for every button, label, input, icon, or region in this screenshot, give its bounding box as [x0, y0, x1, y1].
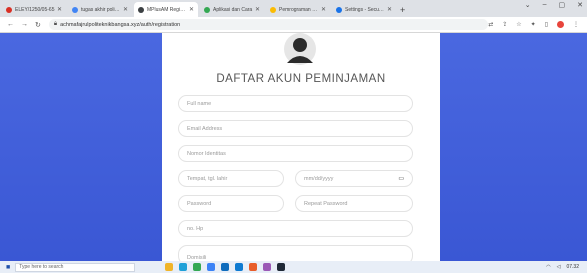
full-name-placeholder: Full name [187, 100, 212, 107]
back-arrow-icon[interactable]: ← [7, 21, 14, 28]
browser-tab[interactable]: Settings - Security ✕ [332, 2, 396, 17]
email-input[interactable]: Email Address [178, 120, 413, 137]
browser-tab-active[interactable]: MPlusAM Registration ✕ [134, 2, 198, 17]
mail-icon[interactable] [221, 263, 230, 271]
app-icon[interactable] [263, 263, 272, 271]
tab-search-icon[interactable]: ⌄ [525, 1, 531, 9]
store-icon[interactable] [207, 263, 216, 271]
phone-input[interactable]: no. Hp [178, 220, 413, 237]
tab-label: tugas akhir politeknik [81, 6, 121, 13]
tab-label: ELEY/1250/05-65 [15, 6, 55, 13]
window-controls: ⌄ – ▢ ✕ [525, 1, 583, 9]
clock-time[interactable]: 07.32 [566, 264, 579, 270]
sidepanel-icon[interactable]: ▯ [545, 21, 548, 28]
page-viewport: DAFTAR AKUN PEMINJAMAN Full name Email A… [0, 33, 587, 265]
share-icon[interactable]: ⇪ [502, 21, 507, 28]
tab-close-icon[interactable]: ✕ [387, 6, 392, 13]
birthdate-placeholder: mm/dd/yyyy [304, 175, 334, 182]
windows-start-icon[interactable]: ■ [6, 264, 10, 271]
phone-placeholder: no. Hp [187, 225, 204, 232]
taskbar-apps [165, 263, 286, 271]
browser-tab-strip: ELEY/1250/05-65 ✕ tugas akhir politeknik… [0, 0, 587, 17]
browser-tab[interactable]: Aplikasi dan Cara ✕ [200, 2, 264, 17]
app-icon[interactable] [249, 263, 258, 271]
terminal-icon[interactable] [277, 263, 286, 271]
id-number-input[interactable]: Nomor Identitas [178, 145, 413, 162]
left-blue-panel [0, 33, 162, 261]
volume-icon[interactable]: ◁ [557, 264, 561, 270]
repeat-password-placeholder: Repeat Password [304, 200, 348, 207]
system-tray: ◠ ◁ 07.32 [546, 264, 579, 270]
browser-tab[interactable]: tugas akhir politeknik ✕ [68, 2, 132, 17]
tab-favicon-icon [138, 6, 144, 13]
chrome-icon[interactable] [193, 263, 202, 271]
tab-close-icon[interactable]: ✕ [189, 6, 194, 13]
file-explorer-icon[interactable] [165, 263, 174, 271]
password-input[interactable]: Password [178, 195, 284, 212]
birthplace-placeholder: Tempat, tgl. lahir [187, 175, 228, 182]
url-bar[interactable]: 🔒︎ achmafajrulpoliteknikbangsa.xyz/auth/… [48, 19, 489, 30]
reload-icon[interactable]: ↻ [35, 21, 41, 29]
tab-favicon-icon [204, 6, 210, 13]
os-taskbar: ■ Type here to search ◠ ◁ 07.32 [0, 261, 587, 273]
close-window-button[interactable]: ✕ [577, 1, 583, 9]
tab-favicon-icon [6, 6, 12, 13]
taskbar-search-input[interactable]: Type here to search [15, 262, 136, 272]
tab-favicon-icon [270, 6, 276, 13]
wifi-icon[interactable]: ◠ [546, 264, 550, 270]
tab-favicon-icon [72, 6, 78, 13]
birthplace-input[interactable]: Tempat, tgl. lahir [178, 170, 284, 187]
tab-label: Settings - Security [345, 6, 385, 13]
tab-label: Pemrograman web [279, 6, 319, 13]
browser-tab[interactable]: Pemrograman web ✕ [266, 2, 330, 17]
tab-close-icon[interactable]: ✕ [321, 6, 326, 13]
calendar-icon[interactable]: ▭ [398, 175, 404, 182]
minimize-button[interactable]: – [543, 1, 547, 9]
profile-avatar-icon[interactable] [557, 21, 564, 28]
registration-card: DAFTAR AKUN PEMINJAMAN Full name Email A… [162, 33, 440, 265]
email-placeholder: Email Address [187, 125, 223, 132]
forward-arrow-icon[interactable]: → [21, 21, 28, 28]
tab-favicon-icon [336, 6, 342, 13]
url-text: achmafajrulpoliteknikbangsa.xyz/auth/reg… [60, 21, 181, 28]
user-avatar-icon [284, 33, 316, 65]
form-title: DAFTAR AKUN PEMINJAMAN [216, 73, 386, 85]
translate-icon[interactable]: ⇄ [488, 21, 493, 28]
new-tab-button[interactable]: + [400, 2, 405, 17]
address-toolbar: ← → ↻ 🔒︎ achmafajrulpoliteknikbangsa.xyz… [0, 17, 587, 33]
right-blue-panel [440, 33, 587, 261]
tab-close-icon[interactable]: ✕ [57, 6, 62, 13]
tab-close-icon[interactable]: ✕ [123, 6, 128, 13]
browser-toolbar-icons: ⇄ ⇪ ☆ ✦ ▯ ⋮ [488, 21, 579, 28]
birthdate-input[interactable]: mm/dd/yyyy ▭ [295, 170, 413, 187]
menu-dots-icon[interactable]: ⋮ [573, 21, 579, 28]
password-placeholder: Password [187, 200, 212, 207]
id-number-placeholder: Nomor Identitas [187, 150, 226, 157]
lock-icon: 🔒︎ [53, 21, 58, 27]
bookmark-star-icon[interactable]: ☆ [516, 21, 521, 28]
maximize-button[interactable]: ▢ [559, 1, 566, 9]
tab-label: Aplikasi dan Cara [213, 6, 253, 13]
browser-tab[interactable]: ELEY/1250/05-65 ✕ [2, 2, 66, 17]
tab-label: MPlusAM Registration [147, 6, 187, 13]
vscode-icon[interactable] [235, 263, 244, 271]
tab-close-icon[interactable]: ✕ [255, 6, 260, 13]
edge-icon[interactable] [179, 263, 188, 271]
full-name-input[interactable]: Full name [178, 95, 413, 112]
taskbar-search-placeholder: Type here to search [19, 264, 64, 270]
extensions-icon[interactable]: ✦ [531, 21, 536, 28]
repeat-password-input[interactable]: Repeat Password [295, 195, 413, 212]
